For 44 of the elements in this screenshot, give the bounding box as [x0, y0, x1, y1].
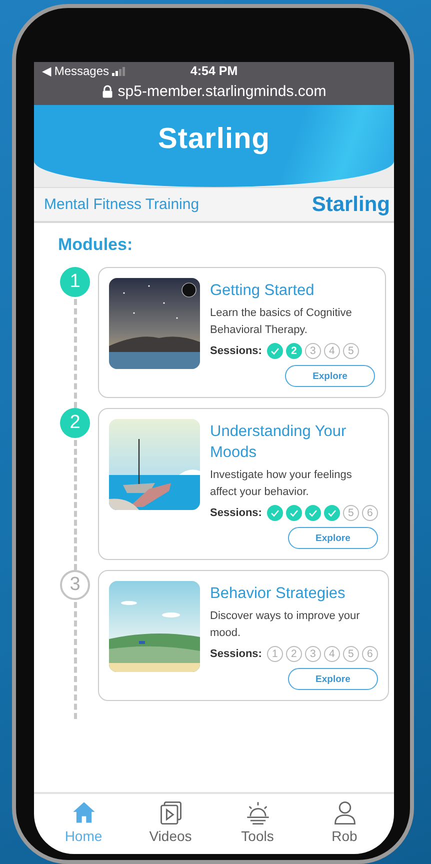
- session-number: 4: [324, 343, 340, 359]
- module-description: Learn the basics of Cognitive Behavioral Therapy.: [210, 306, 353, 338]
- module-title[interactable]: Getting Started: [210, 280, 375, 301]
- house-icon: [70, 800, 96, 826]
- session-number: 2: [286, 343, 302, 359]
- session-number: 6: [362, 646, 378, 662]
- session-number: 3: [304, 646, 321, 662]
- signal-icon: [112, 66, 126, 76]
- session-number: 5: [342, 505, 359, 521]
- module-description: Discover ways to improve your mood.: [210, 609, 361, 641]
- url-text: sp5-member.starlingminds.com: [118, 82, 326, 100]
- nav-tab[interactable]: Rob: [310, 800, 380, 848]
- module-title[interactable]: Behavior Strategies: [210, 583, 378, 604]
- sessions-label: Sessions:: [210, 648, 262, 660]
- explore-button[interactable]: Explore: [288, 668, 378, 690]
- step-number: 1: [60, 267, 90, 297]
- step-number: 3: [60, 570, 90, 600]
- starling-logo: Starling: [312, 192, 390, 216]
- page-title: Mental Fitness Training: [44, 196, 200, 213]
- session-number: 5: [342, 646, 359, 662]
- nav-tab[interactable]: Home: [48, 800, 118, 848]
- module-title[interactable]: Understanding Your Moods: [210, 421, 378, 463]
- modules-heading: Modules:: [58, 235, 134, 255]
- starling-logo: Starling: [158, 123, 270, 157]
- session-number: 2: [286, 646, 302, 662]
- person-icon: [332, 800, 358, 826]
- video-play-icon: [158, 800, 184, 826]
- nav-tab[interactable]: Videos: [136, 800, 206, 848]
- session-number: 5: [342, 343, 359, 359]
- status-time: 4:54 PM: [190, 64, 238, 78]
- sessions-label: Sessions:: [210, 345, 262, 357]
- explore-button[interactable]: Explore: [285, 365, 375, 387]
- sunrise-icon: [244, 800, 270, 826]
- session-number: 3: [304, 343, 321, 359]
- back-to-messages-link[interactable]: ◀ Messages: [42, 64, 110, 78]
- session-number: 4: [324, 646, 340, 662]
- session-number: 6: [362, 505, 378, 521]
- nav-tab[interactable]: Tools: [222, 800, 292, 848]
- sessions-label: Sessions:: [210, 507, 262, 519]
- explore-button[interactable]: Explore: [288, 527, 378, 549]
- module-description: Investigate how your feelings affect your behavior.: [210, 468, 353, 500]
- session-number: 1: [266, 646, 283, 662]
- step-number: 2: [60, 408, 90, 438]
- lock-icon: [102, 84, 113, 98]
